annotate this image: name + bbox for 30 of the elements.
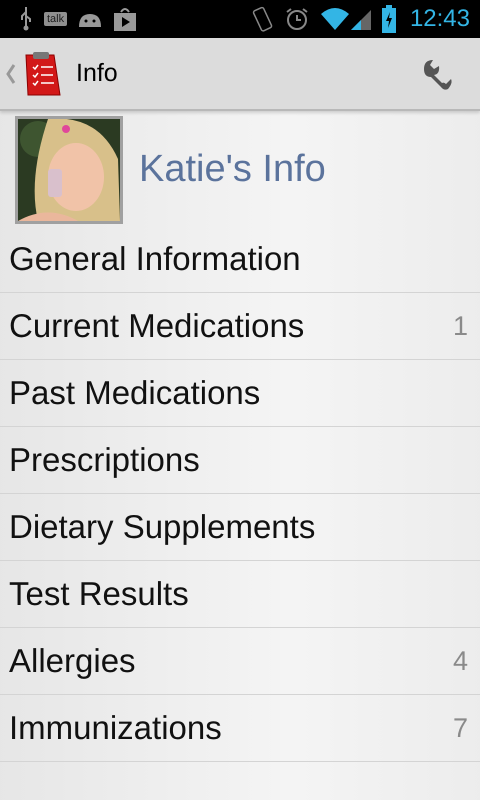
- menu-item[interactable]: Dietary Supplements: [0, 494, 480, 561]
- item-label: Past Medications: [9, 374, 262, 412]
- item-label: Current Medications: [9, 307, 306, 345]
- menu-item[interactable]: Prescriptions: [0, 427, 480, 494]
- item-count: 7: [452, 712, 468, 744]
- menu-item[interactable]: General Information: [0, 226, 480, 293]
- item-label: Test Results: [9, 575, 190, 613]
- play-store-icon: [113, 6, 138, 32]
- menu-item[interactable]: Allergies 4: [0, 628, 480, 695]
- menu-item[interactable]: Immunizations 7: [0, 695, 480, 762]
- alarm-clock-icon: [284, 6, 310, 32]
- app-home-button[interactable]: Info: [6, 50, 118, 96]
- menu-item[interactable]: Current Medications 1: [0, 293, 480, 360]
- item-label: Dietary Supplements: [9, 508, 316, 546]
- item-count: 4: [452, 646, 468, 676]
- status-time: 12:43: [410, 5, 470, 33]
- item-label: Immunizations: [9, 709, 223, 747]
- usb-icon: [18, 6, 34, 32]
- item-label: Allergies: [9, 642, 137, 680]
- talk-icon: talk: [44, 12, 68, 26]
- battery-charging-icon: [382, 5, 396, 33]
- item-label: General Information: [9, 240, 302, 278]
- back-caret-icon: [6, 64, 16, 84]
- menu-item[interactable]: Past Medications: [0, 360, 480, 427]
- signal-icon: [320, 6, 372, 32]
- rotate-phone-icon: [252, 5, 274, 33]
- profile-title: Katie's Info: [139, 148, 326, 191]
- item-label: Prescriptions: [9, 441, 201, 479]
- item-count: 1: [452, 310, 468, 342]
- menu-item[interactable]: Test Results: [0, 561, 480, 628]
